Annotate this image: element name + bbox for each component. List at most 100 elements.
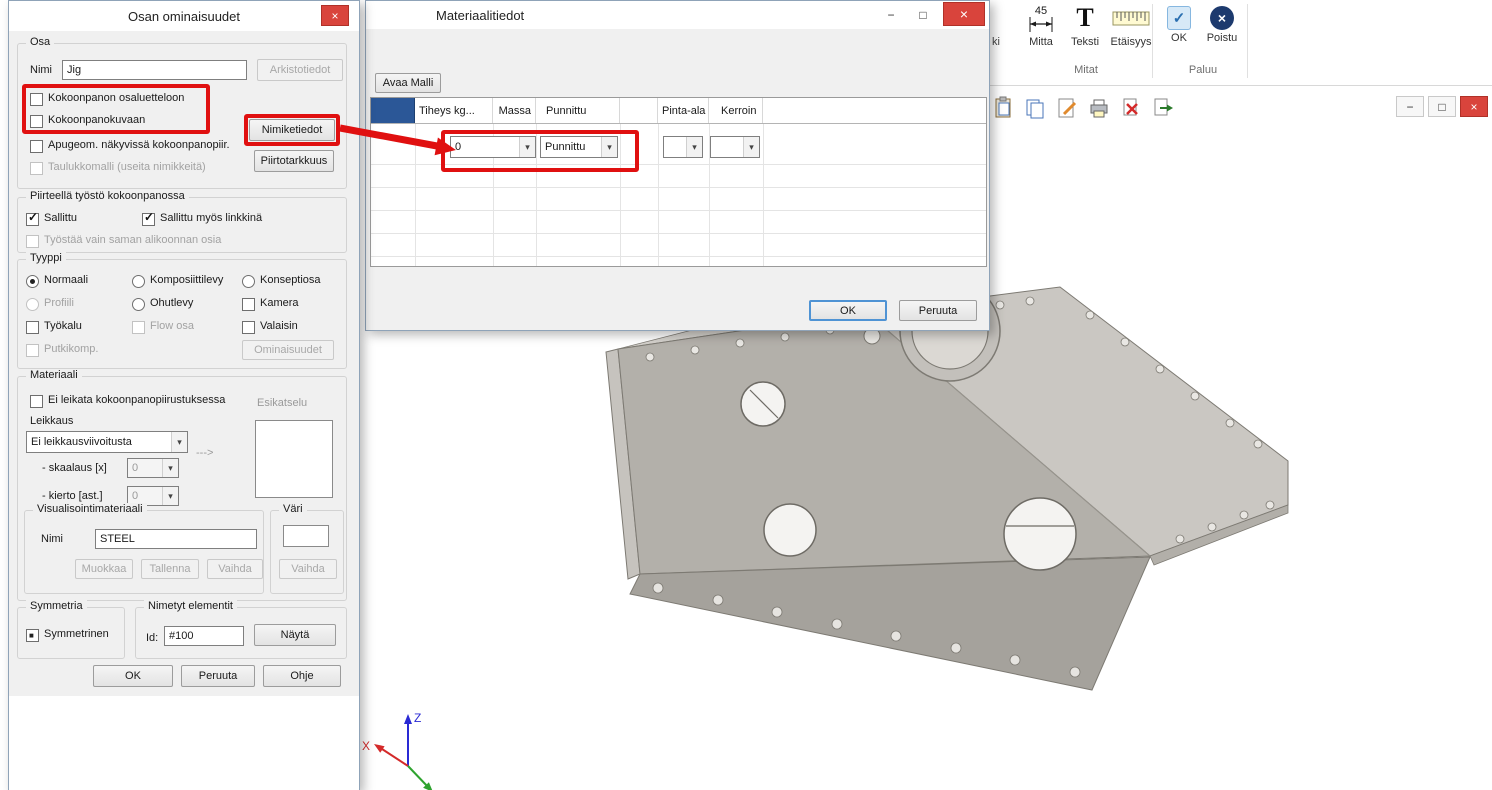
checkbox-box-checked: ✓: [142, 213, 155, 226]
part-dialog-title: Osan ominaisuudet: [128, 9, 240, 24]
material-peruuta-label: Peruuta: [919, 305, 958, 317]
mitta-button[interactable]: 45 Mitta: [1020, 2, 1062, 48]
axis-z-label: Z: [414, 711, 421, 725]
radio-komposiittilevy[interactable]: Komposiittilevy: [132, 274, 223, 288]
radio-konseptiosa[interactable]: Konseptiosa: [242, 274, 321, 288]
dropdown-arrow-icon[interactable]: ▾: [743, 137, 759, 157]
radio-normaali[interactable]: Normaali: [26, 274, 88, 288]
gridline: [371, 233, 986, 234]
delete-icon[interactable]: [1118, 95, 1144, 121]
nayta-button[interactable]: Näytä: [254, 624, 336, 646]
checkbox-ei-leikata[interactable]: Ei leikata kokoonpanopiirustuksessa: [30, 394, 225, 408]
ok-button-ribbon[interactable]: ✓ OK: [1160, 2, 1198, 44]
viewport-minimize-button[interactable]: −: [1396, 96, 1424, 117]
arrow-text: --->: [196, 447, 213, 459]
part-ok-button[interactable]: OK: [93, 665, 173, 687]
visualisointi-nimi-input[interactable]: STEEL: [95, 529, 257, 549]
part-ok-label: OK: [125, 670, 141, 682]
avaa-malli-button[interactable]: Avaa Malli: [375, 73, 441, 93]
print-icon[interactable]: [1086, 95, 1112, 121]
material-close-button[interactable]: ×: [943, 2, 985, 26]
dropdown-arrow-icon: ▾: [162, 487, 178, 505]
viewport-restore-button[interactable]: □: [1428, 96, 1456, 117]
header-cell-selected[interactable]: [371, 98, 415, 123]
nimi-input[interactable]: Jig: [62, 60, 247, 80]
part-ohje-button[interactable]: Ohje: [263, 665, 341, 687]
arkistotiedot-button[interactable]: Arkistotiedot: [257, 59, 343, 81]
vaihda-vari-label: Vaihda: [291, 563, 324, 575]
tiheys-dropdown[interactable]: 0 ▾: [450, 136, 536, 158]
etaisyys-button[interactable]: Etäisyys: [1106, 2, 1156, 48]
pintaala-dropdown[interactable]: ▾: [663, 136, 703, 158]
checkbox-tyosta-alikoonta: Työstää vain saman alikoonnan osia: [26, 234, 221, 248]
piirtotarkkuus-button[interactable]: Piirtotarkkuus: [254, 150, 334, 172]
muokkaa-button[interactable]: Muokkaa: [75, 559, 133, 579]
vaihda-vari-button[interactable]: Vaihda: [279, 559, 337, 579]
edit-sheet-icon[interactable]: [1054, 95, 1080, 121]
export-icon[interactable]: [1150, 95, 1176, 121]
id-input[interactable]: #100: [164, 626, 244, 646]
vaihda-materiaali-button[interactable]: Vaihda: [207, 559, 263, 579]
tallenna-button[interactable]: Tallenna: [141, 559, 199, 579]
nimiketiedot-button[interactable]: Nimiketiedot: [249, 119, 335, 141]
radio-dot: [132, 275, 145, 288]
punnittu-dropdown[interactable]: Punnittu ▾: [540, 136, 618, 158]
teksti-button[interactable]: T Teksti: [1064, 2, 1106, 48]
part-hole-3: [1004, 498, 1076, 570]
checkbox-label: Taulukkomalli (useita nimikkeitä): [48, 161, 206, 173]
part-peruuta-button[interactable]: Peruuta: [181, 665, 255, 687]
etaisyys-label: Etäisyys: [1106, 36, 1156, 48]
leikkaus-dropdown[interactable]: Ei leikkausviivoitusta ▾: [26, 431, 188, 453]
material-dialog-title: Materiaalitiedot: [436, 8, 524, 23]
checkbox-tyokalu[interactable]: Työkalu: [26, 320, 82, 334]
checkbox-kokoonpanon-osaluetteloon[interactable]: Kokoonpanon osaluetteloon: [30, 92, 184, 106]
kerroin-dropdown[interactable]: ▾: [710, 136, 760, 158]
radio-label: Profiili: [44, 297, 74, 309]
radio-ohutlevy[interactable]: Ohutlevy: [132, 297, 193, 311]
ok-label: OK: [1160, 32, 1198, 44]
group-vari: Väri Vaihda: [270, 510, 344, 594]
part-dialog-close-button[interactable]: ×: [321, 5, 349, 26]
clipped-ribbon-text: ki: [992, 36, 1000, 48]
pintaala-value: [664, 137, 686, 157]
part-dialog-titlebar[interactable]: Osan ominaisuudet: [9, 1, 359, 31]
checkbox-symmetrinen[interactable]: ■ Symmetrinen: [26, 628, 109, 642]
ominaisuudet-label: Ominaisuudet: [254, 344, 322, 356]
radio-dot: [26, 298, 39, 311]
viewport-close-button[interactable]: ×: [1460, 96, 1488, 117]
radio-label: Normaali: [44, 274, 88, 286]
checkbox-kamera[interactable]: Kamera: [242, 297, 299, 311]
material-peruuta-button[interactable]: Peruuta: [899, 300, 977, 321]
material-maximize-button[interactable]: □: [909, 4, 937, 25]
color-swatch[interactable]: [283, 525, 329, 547]
paste-icon[interactable]: [990, 95, 1016, 121]
dropdown-arrow-icon[interactable]: ▾: [519, 137, 535, 157]
leikkaus-value: Ei leikkausviivoitusta: [27, 432, 171, 452]
dropdown-arrow-icon[interactable]: ▾: [686, 137, 702, 157]
poistu-button[interactable]: × Poistu: [1202, 2, 1242, 44]
viewport-toolbar: [990, 95, 1176, 123]
visualisointi-nimi-label: Nimi: [41, 533, 63, 545]
checkbox-apugeom[interactable]: Apugeom. näkyvissä kokoonpanopiir.: [30, 139, 230, 153]
checkbox-kokoonpanokuvaan[interactable]: Kokoonpanokuvaan: [30, 114, 145, 128]
checkbox-sallittu-linkkina[interactable]: ✓ Sallittu myös linkkinä: [142, 212, 262, 226]
copy-icon[interactable]: [1022, 95, 1048, 121]
radio-dot: [132, 298, 145, 311]
group-nimetyt-elementit: Nimetyt elementit Id: #100 Näytä: [135, 607, 347, 659]
checkbox-valaisin[interactable]: Valaisin: [242, 320, 298, 334]
skaalaus-value: 0: [128, 459, 162, 477]
dropdown-arrow-icon[interactable]: ▾: [171, 432, 187, 452]
material-ok-button[interactable]: OK: [809, 300, 887, 321]
dropdown-arrow-icon[interactable]: ▾: [601, 137, 617, 157]
checkbox-box: [132, 321, 145, 334]
checkbox-label: Kamera: [260, 297, 299, 309]
part-ohje-label: Ohje: [290, 670, 313, 682]
part-hole-2: [764, 504, 816, 556]
part-hole-1: [741, 382, 785, 426]
checkbox-sallittu[interactable]: ✓ Sallittu: [26, 212, 77, 226]
viewport-window-controls: − □ ×: [1396, 96, 1488, 117]
group-materiaali: Materiaali Ei leikata kokoonpanopiirustu…: [17, 376, 347, 601]
ominaisuudet-button[interactable]: Ominaisuudet: [242, 340, 334, 360]
material-minimize-button[interactable]: −: [877, 4, 905, 25]
material-table-header-row: Tiheys kg... Massa Punnittu Pinta-ala Ke…: [371, 98, 986, 124]
